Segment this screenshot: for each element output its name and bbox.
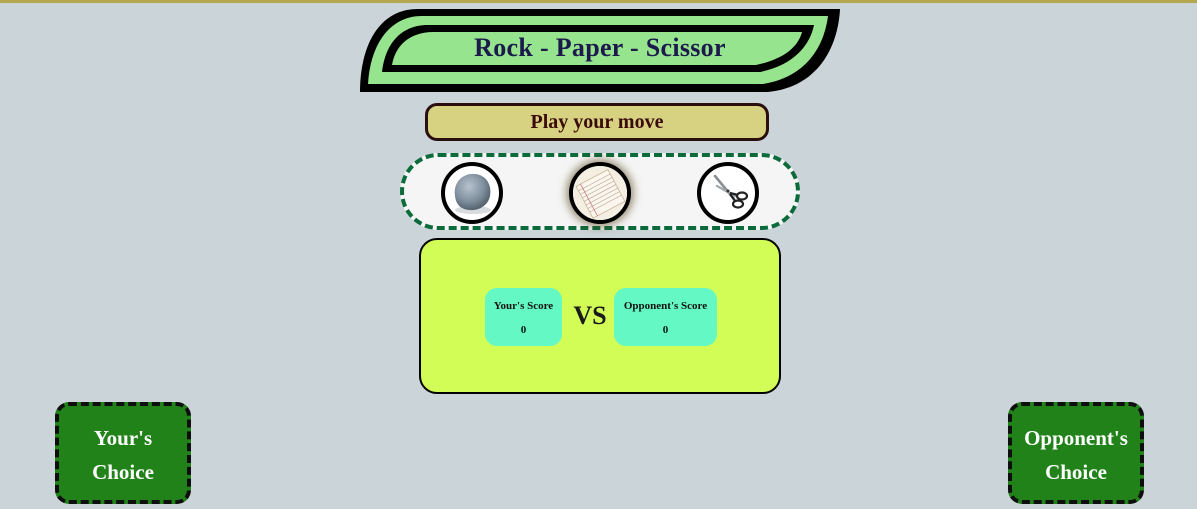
your-score-value: 0 [520, 324, 527, 336]
rock-choice-button[interactable] [441, 162, 503, 224]
choices-strip [400, 153, 800, 230]
your-score-box: Your's Score 0 [485, 288, 562, 346]
score-panel: Your's Score 0 VS Opponent's Score 0 [419, 238, 781, 394]
title-banner: Rock - Paper - Scissor [358, 7, 842, 94]
opponent-score-label: Opponent's Score [623, 300, 708, 312]
opponent-score-value: 0 [662, 324, 669, 336]
opponent-choice-line1: Opponent's [1024, 426, 1128, 450]
opponent-score-box: Opponent's Score 0 [614, 288, 717, 346]
page-title: Rock - Paper - Scissor [474, 33, 726, 62]
your-choice-tile: Your's Choice [55, 402, 191, 504]
play-move-prompt: Play your move [425, 103, 769, 141]
scissors-icon [713, 174, 749, 209]
scissors-choice-button[interactable] [697, 162, 759, 224]
your-choice-line1: Your's [93, 426, 153, 450]
opponent-choice-tile: Opponent's Choice [1008, 402, 1144, 504]
your-score-label: Your's Score [493, 300, 554, 312]
top-accent-bar [0, 0, 1197, 3]
your-choice-line2: Choice [92, 460, 154, 484]
rock-icon [454, 173, 491, 214]
paper-icon [573, 166, 627, 220]
opponent-choice-line2: Choice [1045, 460, 1107, 484]
vs-label: VS [573, 301, 607, 330]
paper-choice-button[interactable] [569, 162, 631, 224]
